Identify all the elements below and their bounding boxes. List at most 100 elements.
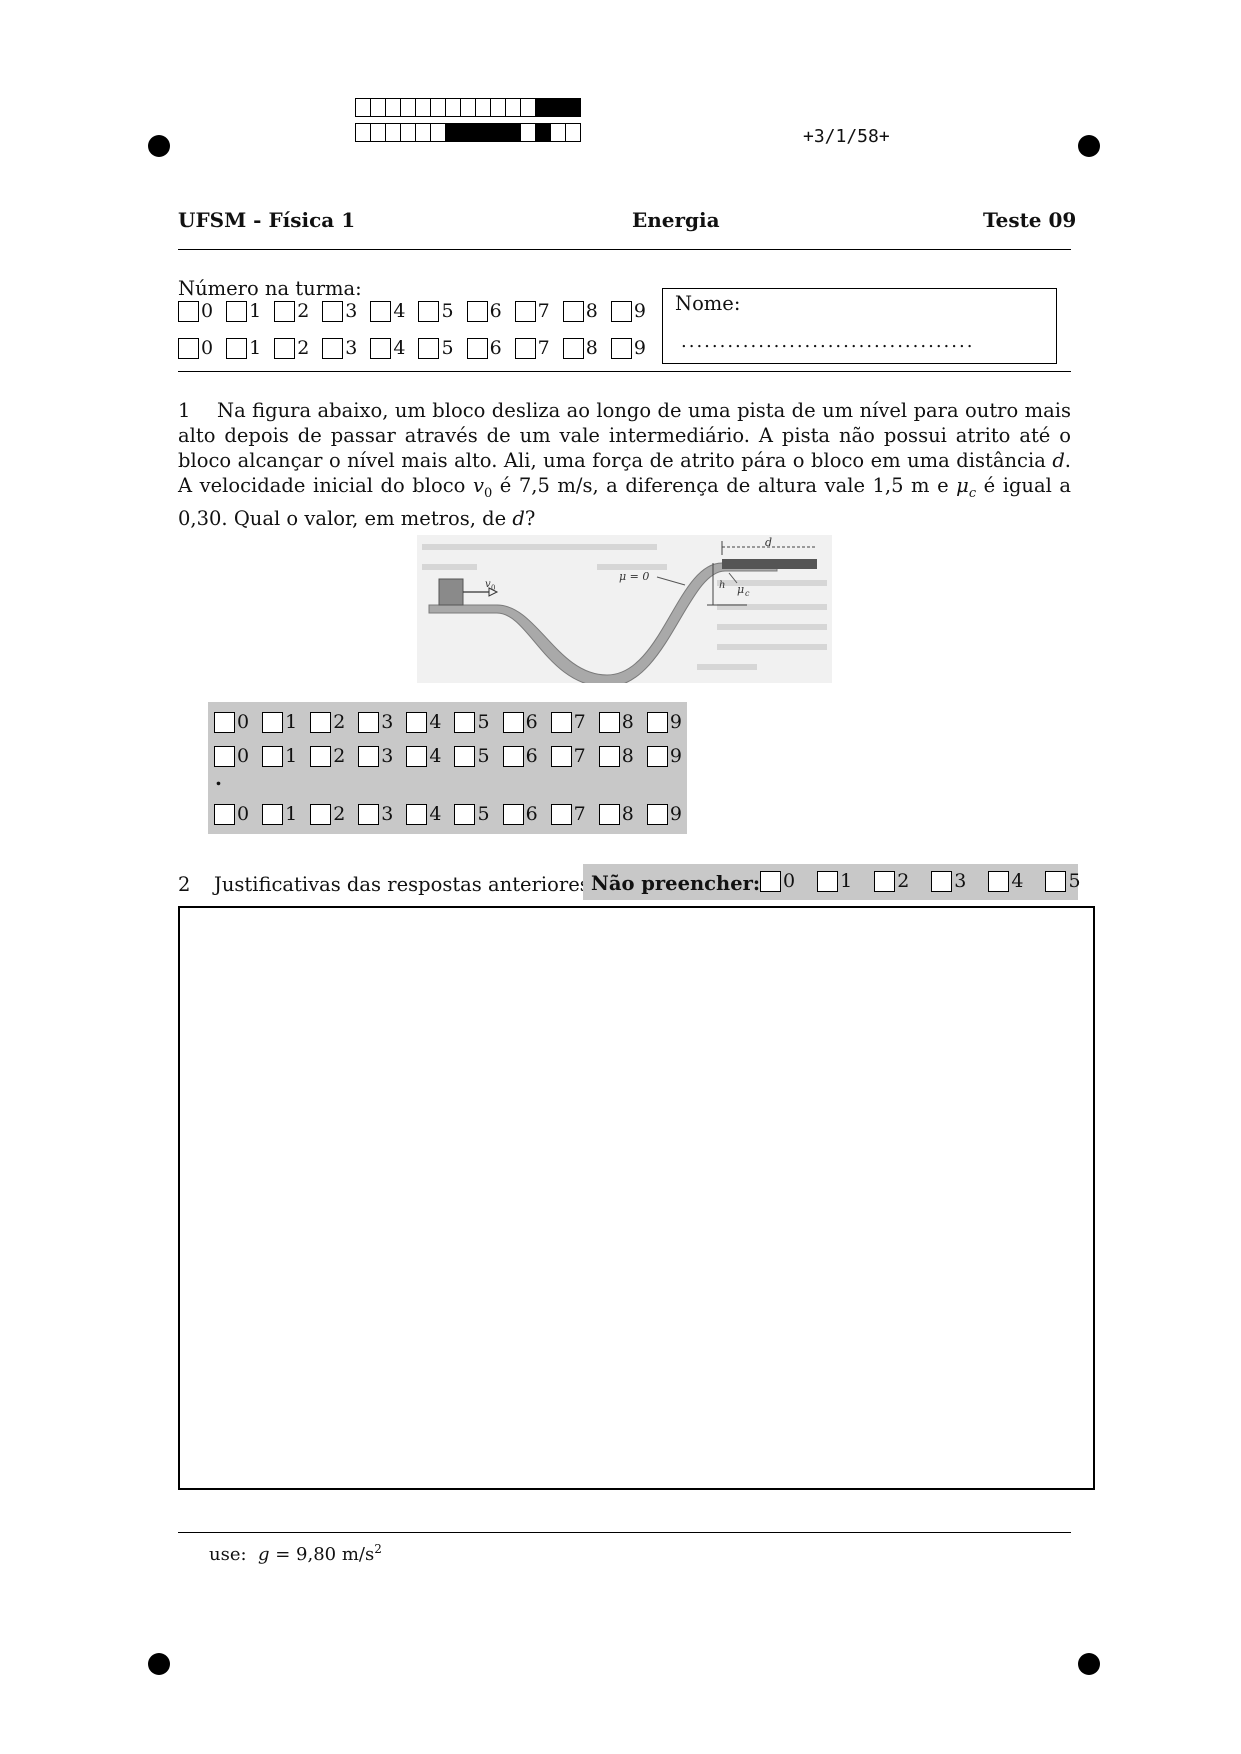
checkbox[interactable] [322,300,344,322]
class-units-option-3[interactable]: 3 [322,337,357,359]
checkbox[interactable] [358,803,380,825]
answer-tenths-option-6[interactable]: 6 [502,803,538,825]
checkbox[interactable] [466,300,488,322]
class-units-option-5[interactable]: 5 [418,337,454,359]
checkbox[interactable] [502,745,524,767]
checkbox[interactable] [262,803,284,825]
checkbox[interactable] [406,711,428,733]
class-tens-option-0[interactable]: 0 [178,300,213,322]
checkbox[interactable] [514,337,536,359]
class-tens-option-4[interactable]: 4 [370,300,405,322]
checkbox[interactable] [358,711,380,733]
answer-tenths-option-8[interactable]: 8 [598,803,634,825]
no-fill-option-2[interactable]: 2 [874,870,909,892]
class-tens-option-9[interactable]: 9 [610,300,646,322]
class-units-option-6[interactable]: 6 [466,337,502,359]
answer-tens-option-2[interactable]: 2 [310,711,345,733]
checkbox[interactable] [562,337,584,359]
checkbox[interactable] [550,745,572,767]
checkbox[interactable] [646,711,668,733]
checkbox[interactable] [502,711,524,733]
checkbox[interactable] [358,745,380,767]
checkbox[interactable] [562,300,584,322]
class-units-option-7[interactable]: 7 [514,337,550,359]
answer-units-option-9[interactable]: 9 [646,745,682,767]
name-box[interactable]: Nome: ..................................… [662,288,1057,364]
checkbox[interactable] [760,870,781,892]
answer-units-option-2[interactable]: 2 [310,745,345,767]
checkbox[interactable] [178,337,199,359]
class-tens-option-1[interactable]: 1 [226,300,261,322]
answer-tenths-option-0[interactable]: 0 [214,803,249,825]
checkbox[interactable] [646,745,668,767]
answer-units-option-3[interactable]: 3 [358,745,393,767]
checkbox[interactable] [226,337,248,359]
checkbox[interactable] [370,300,392,322]
answer-tens-option-8[interactable]: 8 [598,711,634,733]
answer-units-option-7[interactable]: 7 [550,745,586,767]
class-tens-option-8[interactable]: 8 [562,300,598,322]
answer-tenths-option-2[interactable]: 2 [310,803,345,825]
checkbox[interactable] [322,337,344,359]
checkbox[interactable] [310,711,332,733]
answer-units-option-5[interactable]: 5 [454,745,490,767]
answer-tenths-option-3[interactable]: 3 [358,803,393,825]
answer-tens-option-9[interactable]: 9 [646,711,682,733]
checkbox[interactable] [310,803,332,825]
checkbox[interactable] [262,745,284,767]
checkbox[interactable] [418,300,440,322]
class-units-option-2[interactable]: 2 [274,337,309,359]
checkbox[interactable] [406,745,428,767]
class-tens-option-2[interactable]: 2 [274,300,309,322]
answer-tens-option-5[interactable]: 5 [454,711,490,733]
no-fill-option-5[interactable]: 5 [1045,870,1081,892]
checkbox[interactable] [502,803,524,825]
answer-tens-option-6[interactable]: 6 [502,711,538,733]
checkbox[interactable] [514,300,536,322]
answer-units-option-1[interactable]: 1 [262,745,297,767]
checkbox[interactable] [598,803,620,825]
checkbox[interactable] [178,300,199,322]
checkbox[interactable] [370,337,392,359]
checkbox[interactable] [226,300,248,322]
checkbox[interactable] [874,870,896,892]
answer-tens-option-0[interactable]: 0 [214,711,249,733]
checkbox[interactable] [454,745,476,767]
answer-units-option-8[interactable]: 8 [598,745,634,767]
checkbox[interactable] [262,711,284,733]
checkbox[interactable] [310,745,332,767]
answer-tens-option-3[interactable]: 3 [358,711,393,733]
class-units-option-1[interactable]: 1 [226,337,261,359]
checkbox[interactable] [1045,870,1067,892]
no-fill-option-3[interactable]: 3 [931,870,966,892]
checkbox[interactable] [214,745,235,767]
checkbox[interactable] [454,803,476,825]
answer-units-option-0[interactable]: 0 [214,745,249,767]
checkbox[interactable] [598,711,620,733]
justification-answer-box[interactable] [178,906,1095,1490]
class-tens-option-7[interactable]: 7 [514,300,550,322]
answer-tens-option-4[interactable]: 4 [406,711,441,733]
checkbox[interactable] [214,803,235,825]
checkbox[interactable] [550,803,572,825]
checkbox[interactable] [610,300,632,322]
class-tens-option-5[interactable]: 5 [418,300,454,322]
answer-tenths-option-1[interactable]: 1 [262,803,297,825]
checkbox[interactable] [646,803,668,825]
no-fill-option-0[interactable]: 0 [760,870,795,892]
answer-tenths-option-4[interactable]: 4 [406,803,441,825]
checkbox[interactable] [466,337,488,359]
no-fill-option-1[interactable]: 1 [817,870,852,892]
checkbox[interactable] [274,300,296,322]
answer-tenths-option-7[interactable]: 7 [550,803,586,825]
checkbox[interactable] [418,337,440,359]
class-units-option-0[interactable]: 0 [178,337,213,359]
checkbox[interactable] [931,870,953,892]
answer-units-option-6[interactable]: 6 [502,745,538,767]
checkbox[interactable] [454,711,476,733]
class-tens-option-3[interactable]: 3 [322,300,357,322]
checkbox[interactable] [598,745,620,767]
class-units-option-8[interactable]: 8 [562,337,598,359]
answer-tenths-option-9[interactable]: 9 [646,803,682,825]
class-units-option-4[interactable]: 4 [370,337,405,359]
